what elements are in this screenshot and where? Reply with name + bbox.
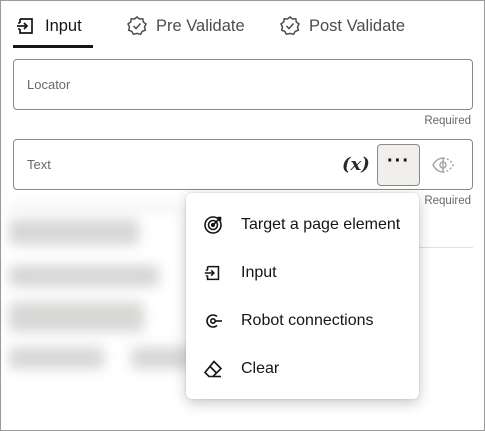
more-dots-icon: ···: [387, 150, 410, 172]
show-hide-icon[interactable]: [431, 153, 455, 177]
tab-post-validate-label: Post Validate: [309, 16, 406, 35]
input-icon: [15, 15, 37, 37]
locator-field[interactable]: Locator: [13, 59, 473, 110]
target-icon: [203, 215, 223, 235]
input-icon: [203, 263, 223, 283]
divider: [419, 247, 473, 248]
more-options-button[interactable]: ···: [377, 144, 420, 186]
tab-pre-validate-label: Pre Validate: [156, 16, 245, 35]
menu-item-label: Target a page element: [241, 216, 401, 233]
menu-item-target-page-element[interactable]: Target a page element: [186, 201, 419, 249]
locator-label: Locator: [27, 77, 71, 92]
tab-input-label: Input: [45, 16, 82, 35]
menu-item-label: Robot connections: [241, 312, 374, 329]
menu-item-clear[interactable]: Clear: [186, 345, 419, 393]
text-label: Text: [27, 157, 51, 172]
tab-input[interactable]: Input: [15, 9, 82, 43]
panel: Input Pre Validate Post Validate Locator…: [0, 0, 485, 431]
check-badge-icon: [279, 15, 301, 37]
robot-connection-icon: [203, 311, 223, 331]
eraser-icon: [203, 359, 223, 379]
menu-item-label: Clear: [241, 360, 280, 377]
check-badge-icon: [126, 15, 148, 37]
menu-item-robot-connections[interactable]: Robot connections: [186, 297, 419, 345]
locator-required-text: Required: [424, 115, 471, 127]
options-menu: Target a page element Input Robot connec…: [186, 193, 419, 399]
variable-button[interactable]: (x): [342, 154, 370, 175]
text-field[interactable]: Text (x) ···: [13, 139, 473, 190]
tab-pre-validate[interactable]: Pre Validate: [126, 9, 245, 43]
tab-bar: Input Pre Validate Post Validate: [1, 1, 484, 51]
tab-post-validate[interactable]: Post Validate: [279, 9, 405, 43]
active-tab-indicator: [13, 45, 93, 48]
menu-item-label: Input: [241, 264, 277, 281]
menu-item-input[interactable]: Input: [186, 249, 419, 297]
